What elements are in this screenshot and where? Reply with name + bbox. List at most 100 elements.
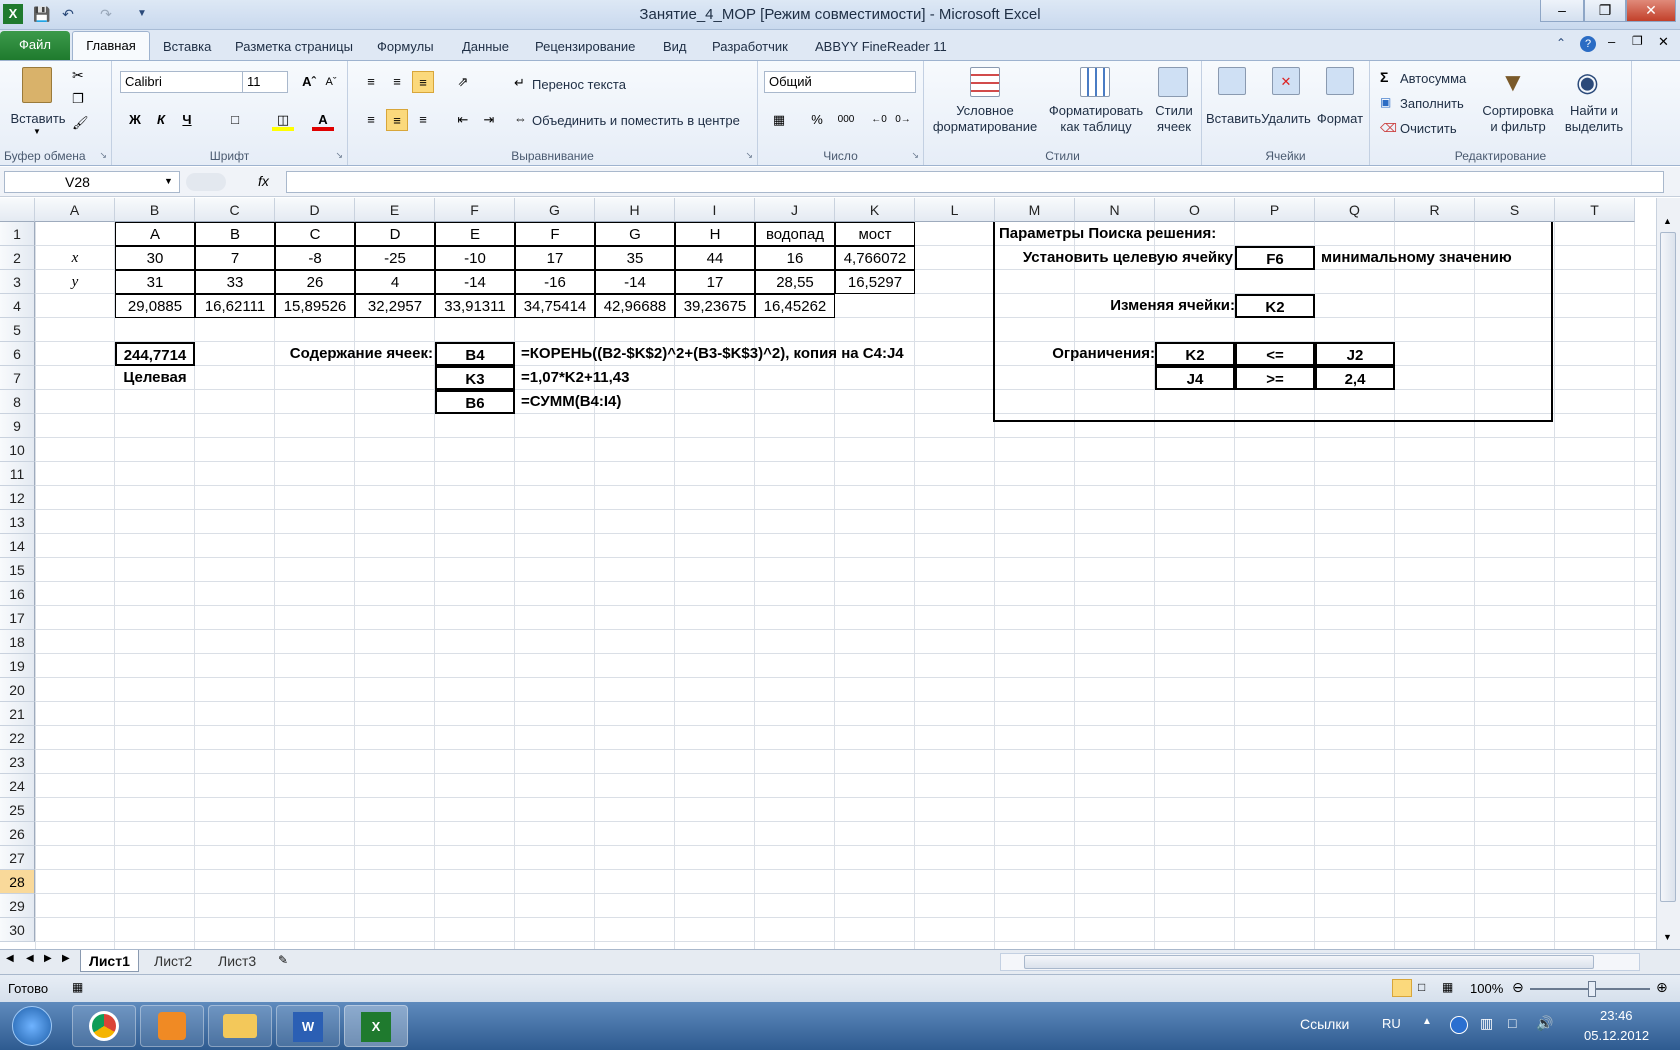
wrap-text-icon[interactable]: ↵: [514, 75, 525, 91]
column-header-I[interactable]: I: [675, 198, 755, 222]
conditional-formatting-line2[interactable]: форматирование: [930, 119, 1040, 135]
name-box-dropdown-icon[interactable]: ▼: [164, 176, 173, 186]
row-header-1[interactable]: 1: [0, 222, 35, 246]
distance-cell[interactable]: 42,96688: [595, 294, 675, 318]
x-value-cell[interactable]: 4,766072: [835, 246, 915, 270]
format-as-table-line2[interactable]: как таблицу: [1044, 119, 1148, 135]
insert-cells-button[interactable]: Вставить: [1206, 111, 1261, 127]
column-header-B[interactable]: B: [115, 198, 195, 222]
sheet-tab-3[interactable]: Лист3: [210, 950, 264, 972]
language-indicator[interactable]: RU: [1382, 1016, 1401, 1031]
insert-sheet-icon[interactable]: ✎: [278, 953, 288, 967]
find-select-line1[interactable]: Найти и: [1558, 103, 1630, 119]
y-value-cell[interactable]: 4: [355, 270, 435, 294]
column-header-C[interactable]: C: [195, 198, 275, 222]
font-color-icon[interactable]: A: [312, 109, 334, 131]
column-header-Q[interactable]: Q: [1315, 198, 1395, 222]
zoom-level[interactable]: 100%: [1470, 981, 1503, 996]
increase-indent-icon[interactable]: ⇥: [478, 109, 500, 131]
target-value-cell[interactable]: 244,7714: [115, 342, 195, 366]
tray-power-icon[interactable]: □: [1508, 1015, 1516, 1031]
row-header-19[interactable]: 19: [0, 654, 35, 678]
cell-styles-line1[interactable]: Стили: [1152, 103, 1196, 119]
contents-formula[interactable]: =1,07*K2+11,43: [521, 366, 1001, 390]
column-header-H[interactable]: H: [595, 198, 675, 222]
start-button-icon[interactable]: [12, 1006, 52, 1046]
doc-minimize-icon[interactable]: –: [1608, 34, 1615, 49]
fill-button[interactable]: Заполнить: [1400, 96, 1464, 112]
row-header-9[interactable]: 9: [0, 414, 35, 438]
column-header-F[interactable]: F: [435, 198, 515, 222]
align-left-icon[interactable]: ≡: [360, 109, 382, 131]
grow-font-icon[interactable]: Aˆ: [298, 71, 320, 93]
column-header-G[interactable]: G: [515, 198, 595, 222]
x-value-cell[interactable]: -8: [275, 246, 355, 270]
table-header-cell[interactable]: C: [275, 222, 355, 246]
chrome-taskbar-icon[interactable]: [72, 1005, 136, 1047]
minimize-ribbon-icon[interactable]: ⌃: [1556, 36, 1566, 50]
row-header-4[interactable]: 4: [0, 294, 35, 318]
paste-button[interactable]: Вставить: [6, 111, 70, 127]
cut-icon[interactable]: ✂: [72, 67, 84, 84]
vertical-scrollbar[interactable]: ▲ ▼: [1656, 198, 1680, 949]
table-header-cell[interactable]: H: [675, 222, 755, 246]
contents-formula[interactable]: =СУММ(B4:I4): [521, 390, 1001, 414]
tab-insert[interactable]: Вставка: [154, 36, 220, 60]
format-as-table-icon[interactable]: [1080, 67, 1110, 97]
explorer-taskbar-icon[interactable]: [208, 1005, 272, 1047]
distance-cell[interactable]: 16,62111: [195, 294, 275, 318]
spreadsheet-grid[interactable]: ABCDEFGHIJKLMNOPQRST 1 2 3 4 5 6 7 8 9 10 11 12 13 14…: [0, 198, 1656, 949]
row-header-14[interactable]: 14: [0, 534, 35, 558]
row-header-27[interactable]: 27: [0, 846, 35, 870]
alignment-launcher-icon[interactable]: ↘: [745, 150, 753, 161]
row-header-18[interactable]: 18: [0, 630, 35, 654]
minimize-button[interactable]: –: [1540, 0, 1584, 22]
close-button[interactable]: ✕: [1626, 0, 1676, 22]
help-icon[interactable]: ?: [1580, 36, 1596, 52]
table-header-cell[interactable]: E: [435, 222, 515, 246]
delete-cells-button[interactable]: Удалить: [1260, 111, 1312, 127]
y-value-cell[interactable]: 16,5297: [835, 270, 915, 294]
autosum-button[interactable]: Автосумма: [1400, 71, 1466, 87]
tray-volume-icon[interactable]: 🔊: [1536, 1015, 1553, 1032]
scroll-thumb[interactable]: [1660, 232, 1676, 902]
page-layout-view-icon[interactable]: □: [1418, 980, 1425, 994]
distance-cell[interactable]: 33,91311: [435, 294, 515, 318]
currency-icon[interactable]: ▦: [768, 109, 790, 131]
clock-date[interactable]: 05.12.2012: [1584, 1028, 1649, 1043]
x-value-cell[interactable]: 16: [755, 246, 835, 270]
align-top-icon[interactable]: ≡: [360, 71, 382, 93]
table-header-cell[interactable]: D: [355, 222, 435, 246]
y-value-cell[interactable]: -16: [515, 270, 595, 294]
paste-icon[interactable]: [22, 67, 52, 103]
x-value-cell[interactable]: 30: [115, 246, 195, 270]
row-header-21[interactable]: 21: [0, 702, 35, 726]
name-box[interactable]: V28: [4, 171, 180, 193]
tab-developer[interactable]: Разработчик: [703, 36, 797, 60]
insert-cells-icon[interactable]: [1218, 67, 1246, 95]
format-painter-icon[interactable]: 🖌: [72, 115, 89, 131]
row-header-15[interactable]: 15: [0, 558, 35, 582]
y-value-cell[interactable]: -14: [435, 270, 515, 294]
sheet-tab-1[interactable]: Лист1: [80, 950, 139, 972]
tab-data[interactable]: Данные: [453, 36, 518, 60]
clear-button[interactable]: Очистить: [1400, 121, 1457, 137]
align-right-icon[interactable]: ≡: [412, 109, 434, 131]
wrap-text-button[interactable]: Перенос текста: [532, 77, 626, 93]
doc-close-icon[interactable]: ✕: [1658, 34, 1669, 50]
row-header-10[interactable]: 10: [0, 438, 35, 462]
column-header-S[interactable]: S: [1475, 198, 1555, 222]
paste-dropdown-icon[interactable]: ▼: [33, 127, 41, 136]
conditional-formatting-line1[interactable]: Условное: [930, 103, 1040, 119]
first-sheet-icon[interactable]: ◀: [6, 953, 14, 964]
row-header-23[interactable]: 23: [0, 750, 35, 774]
delete-cells-icon[interactable]: ✕: [1272, 67, 1300, 95]
x-value-cell[interactable]: 35: [595, 246, 675, 270]
format-cells-button[interactable]: Формат: [1314, 111, 1366, 127]
contents-label[interactable]: Содержание ячеек:: [273, 342, 433, 366]
number-format-combo[interactable]: Общий: [764, 71, 916, 93]
row-header-3[interactable]: 3: [0, 270, 35, 294]
increase-decimal-icon[interactable]: ←0: [868, 109, 890, 131]
column-header-L[interactable]: L: [915, 198, 995, 222]
y-value-cell[interactable]: 33: [195, 270, 275, 294]
